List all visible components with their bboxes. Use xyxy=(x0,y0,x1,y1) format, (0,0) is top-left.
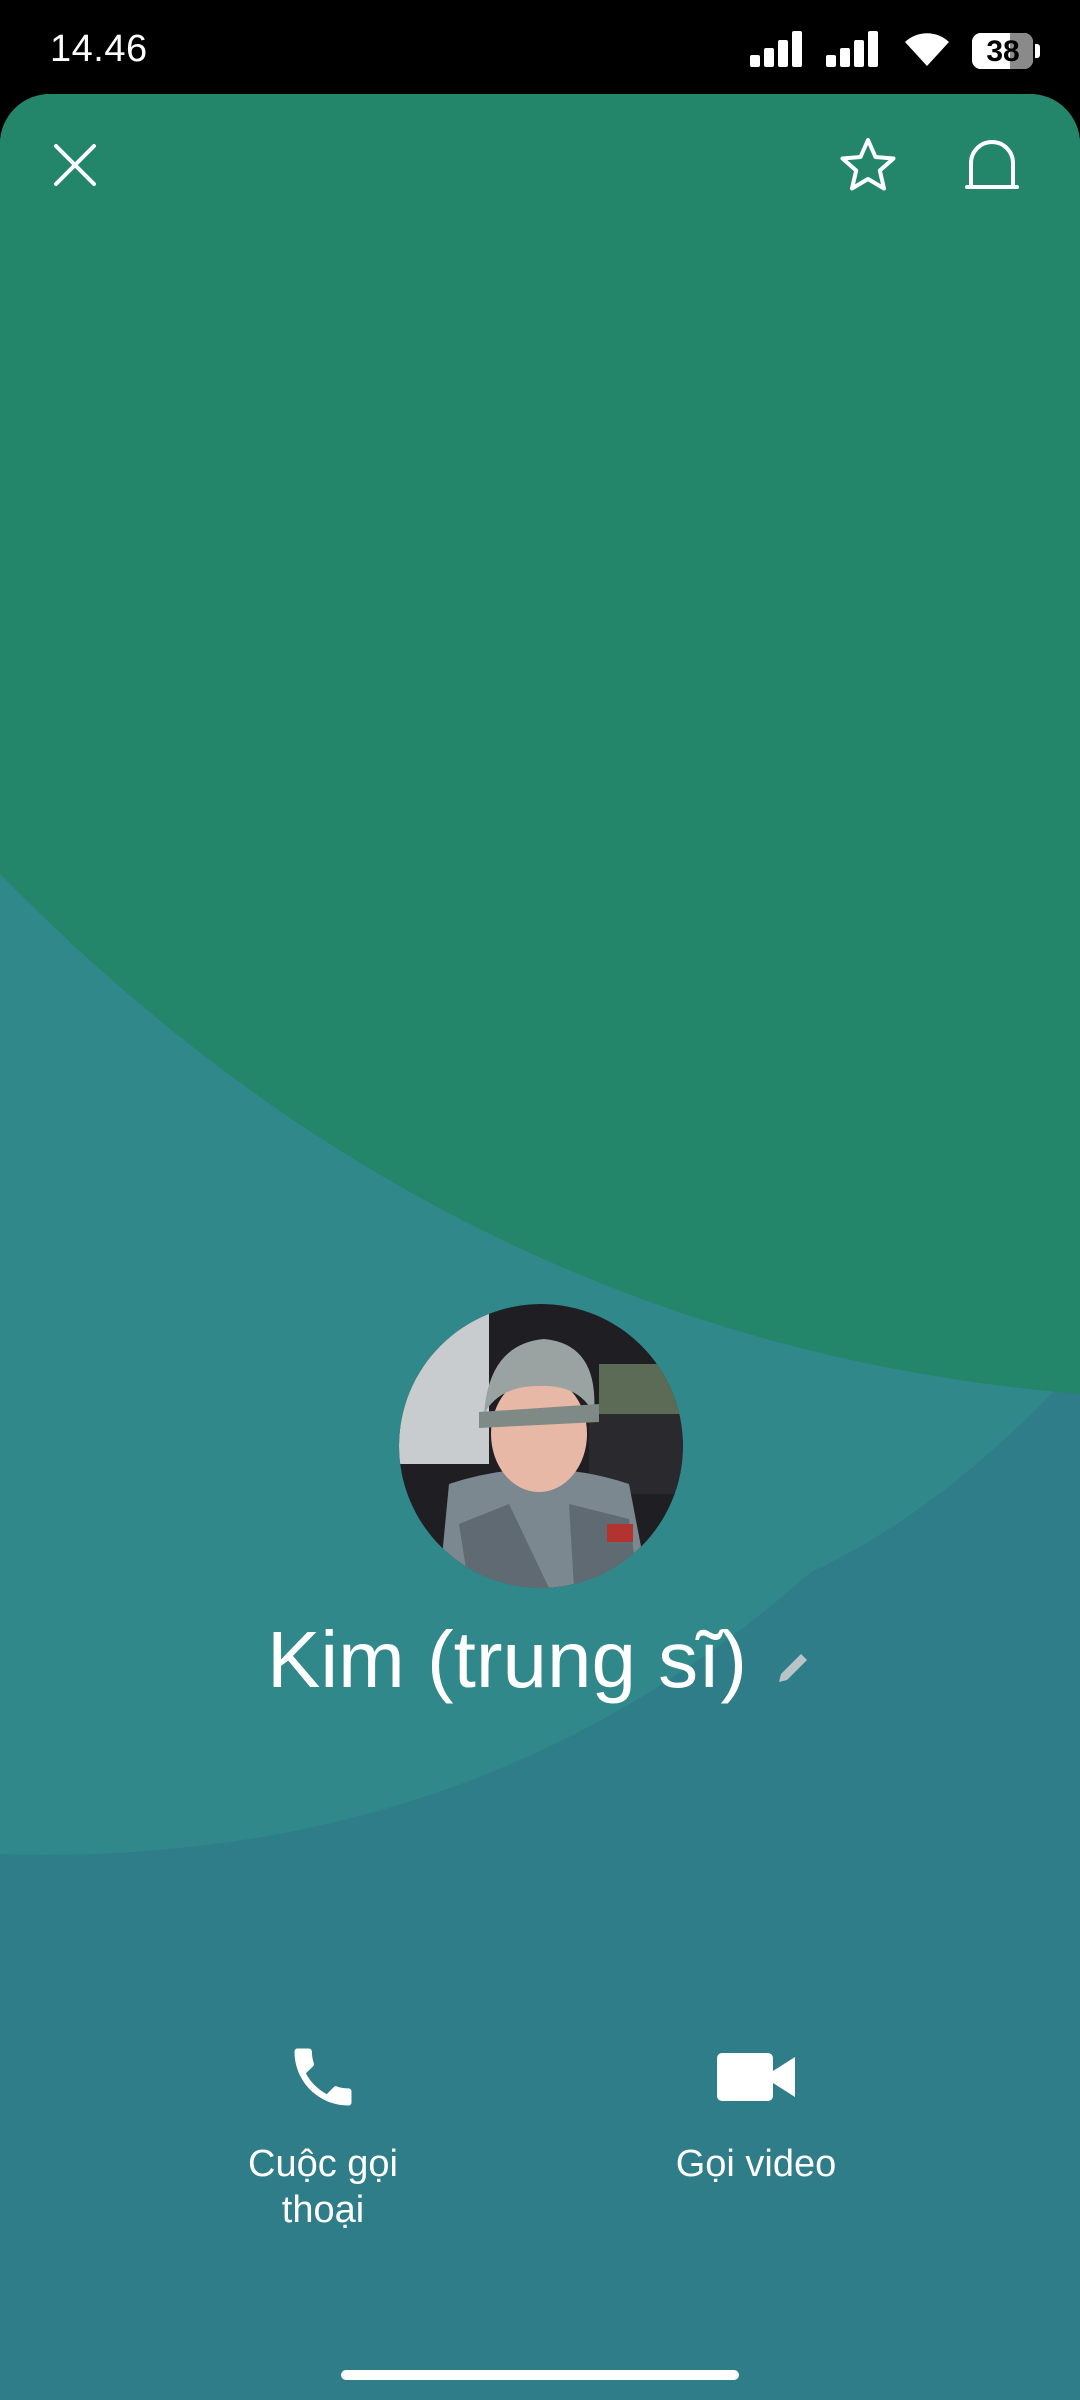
video-call-label: Gọi video xyxy=(675,2143,837,2185)
pencil-icon xyxy=(773,1654,813,1692)
contact-name: Kim (trung sĩ) xyxy=(266,1615,748,1704)
home-indicator[interactable] xyxy=(341,2370,739,2380)
battery-percent: 38 xyxy=(986,35,1020,68)
background-shapes xyxy=(0,94,1080,2400)
bell-icon xyxy=(965,137,1019,198)
video-call-button[interactable]: Gọi video xyxy=(606,2039,906,2187)
star-icon xyxy=(839,137,897,198)
voice-call-button[interactable]: Cuộc gọi thoại xyxy=(173,2039,473,2233)
avatar[interactable] xyxy=(399,1304,683,1588)
voice-call-label-line1: Cuộc gọi xyxy=(248,2143,398,2185)
status-icons: 38 xyxy=(750,28,1040,74)
avatar-photo xyxy=(399,1304,683,1588)
voice-call-label: Cuộc gọi thoại xyxy=(173,2141,473,2233)
status-time: 14.46 xyxy=(50,28,148,70)
battery-icon: 38 xyxy=(972,33,1040,69)
contact-name-row: Kim (trung sĩ) xyxy=(0,1614,1080,1706)
notification-button[interactable] xyxy=(947,122,1037,212)
contact-screen: Kim (trung sĩ) Cuộc gọi thoại Gọi video xyxy=(0,94,1080,2400)
wifi-icon xyxy=(902,30,952,73)
signal-icon xyxy=(750,30,806,72)
edit-name-button[interactable] xyxy=(773,1648,813,1688)
phone-icon xyxy=(285,2039,361,2120)
close-button[interactable] xyxy=(30,122,120,212)
close-icon xyxy=(52,142,98,193)
signal-icon xyxy=(826,30,882,72)
favorite-button[interactable] xyxy=(823,122,913,212)
voice-call-label-line2: thoại xyxy=(281,2189,365,2231)
status-bar: 14.46 38 xyxy=(0,0,1080,100)
video-camera-icon xyxy=(715,2047,797,2112)
